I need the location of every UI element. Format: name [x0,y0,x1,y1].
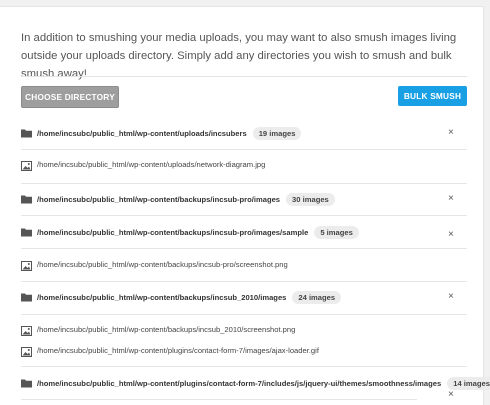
directory-row: /home/incsubc/public_html/wp-content/bac… [21,289,467,307]
image-icon [21,347,32,357]
divider [21,76,467,77]
image-count-badge: 19 images [252,127,302,140]
remove-close-icon[interactable]: × [448,193,454,205]
directory-row: /home/incsubc/public_html/wp-content/upl… [21,125,467,143]
remove-close-icon[interactable]: × [448,229,454,241]
folder-icon [21,293,32,302]
folder-icon [21,195,32,204]
remove-close-icon[interactable]: × [448,389,454,401]
row-divider [21,215,467,216]
remove-close-icon[interactable]: × [448,127,454,139]
folder-icon [21,129,32,138]
image-icon [21,161,32,171]
directory-row: /home/incsubc/public_html/wp-content/bac… [21,224,467,242]
remove-close-icon[interactable]: × [448,291,454,303]
image-count-badge: 5 images [314,226,359,239]
image-path: /home/incsubc/public_html/wp-content/bac… [37,260,288,269]
directory-row: /home/incsubc/public_html/wp-content/bac… [21,191,467,209]
image-count-badge: 24 images [292,291,342,304]
image-row: /home/incsubc/public_html/wp-content/plu… [21,344,467,362]
row-divider [21,399,417,400]
image-path: /home/incsubc/public_html/wp-content/plu… [37,346,319,355]
row-divider [21,281,467,282]
directory-path: /home/incsubc/public_html/wp-content/bac… [37,228,309,237]
directory-path: /home/incsubc/public_html/wp-content/bac… [37,195,281,204]
row-divider [21,366,467,367]
image-path: /home/incsubc/public_html/wp-content/bac… [37,325,296,334]
directory-path: /home/incsubc/public_html/wp-content/bac… [37,293,287,302]
row-divider [21,149,467,150]
image-row: /home/incsubc/public_html/wp-content/bac… [21,258,467,276]
image-count-badge: 30 images [286,193,335,206]
intro-text: In addition to smushing your media uploa… [21,32,457,80]
bulk-smush-button[interactable]: BULK SMUSH [398,86,467,106]
row-divider [21,314,467,315]
folder-icon [21,228,32,237]
directory-path: /home/incsubc/public_html/wp-content/upl… [37,129,247,138]
image-icon [21,326,32,336]
folder-icon [21,379,32,388]
image-row: /home/incsubc/public_html/wp-content/bac… [21,323,467,341]
image-path: /home/incsubc/public_html/wp-content/upl… [37,160,266,169]
image-icon [21,261,32,271]
image-row: /home/incsubc/public_html/wp-content/upl… [21,158,467,176]
choose-directory-button[interactable]: CHOOSE DIRECTORY [21,86,119,108]
row-divider [21,248,467,249]
directory-row: /home/incsubc/public_html/wp-content/plu… [21,375,490,400]
row-divider [21,183,467,184]
directory-path: /home/incsubc/public_html/wp-content/plu… [37,379,442,388]
